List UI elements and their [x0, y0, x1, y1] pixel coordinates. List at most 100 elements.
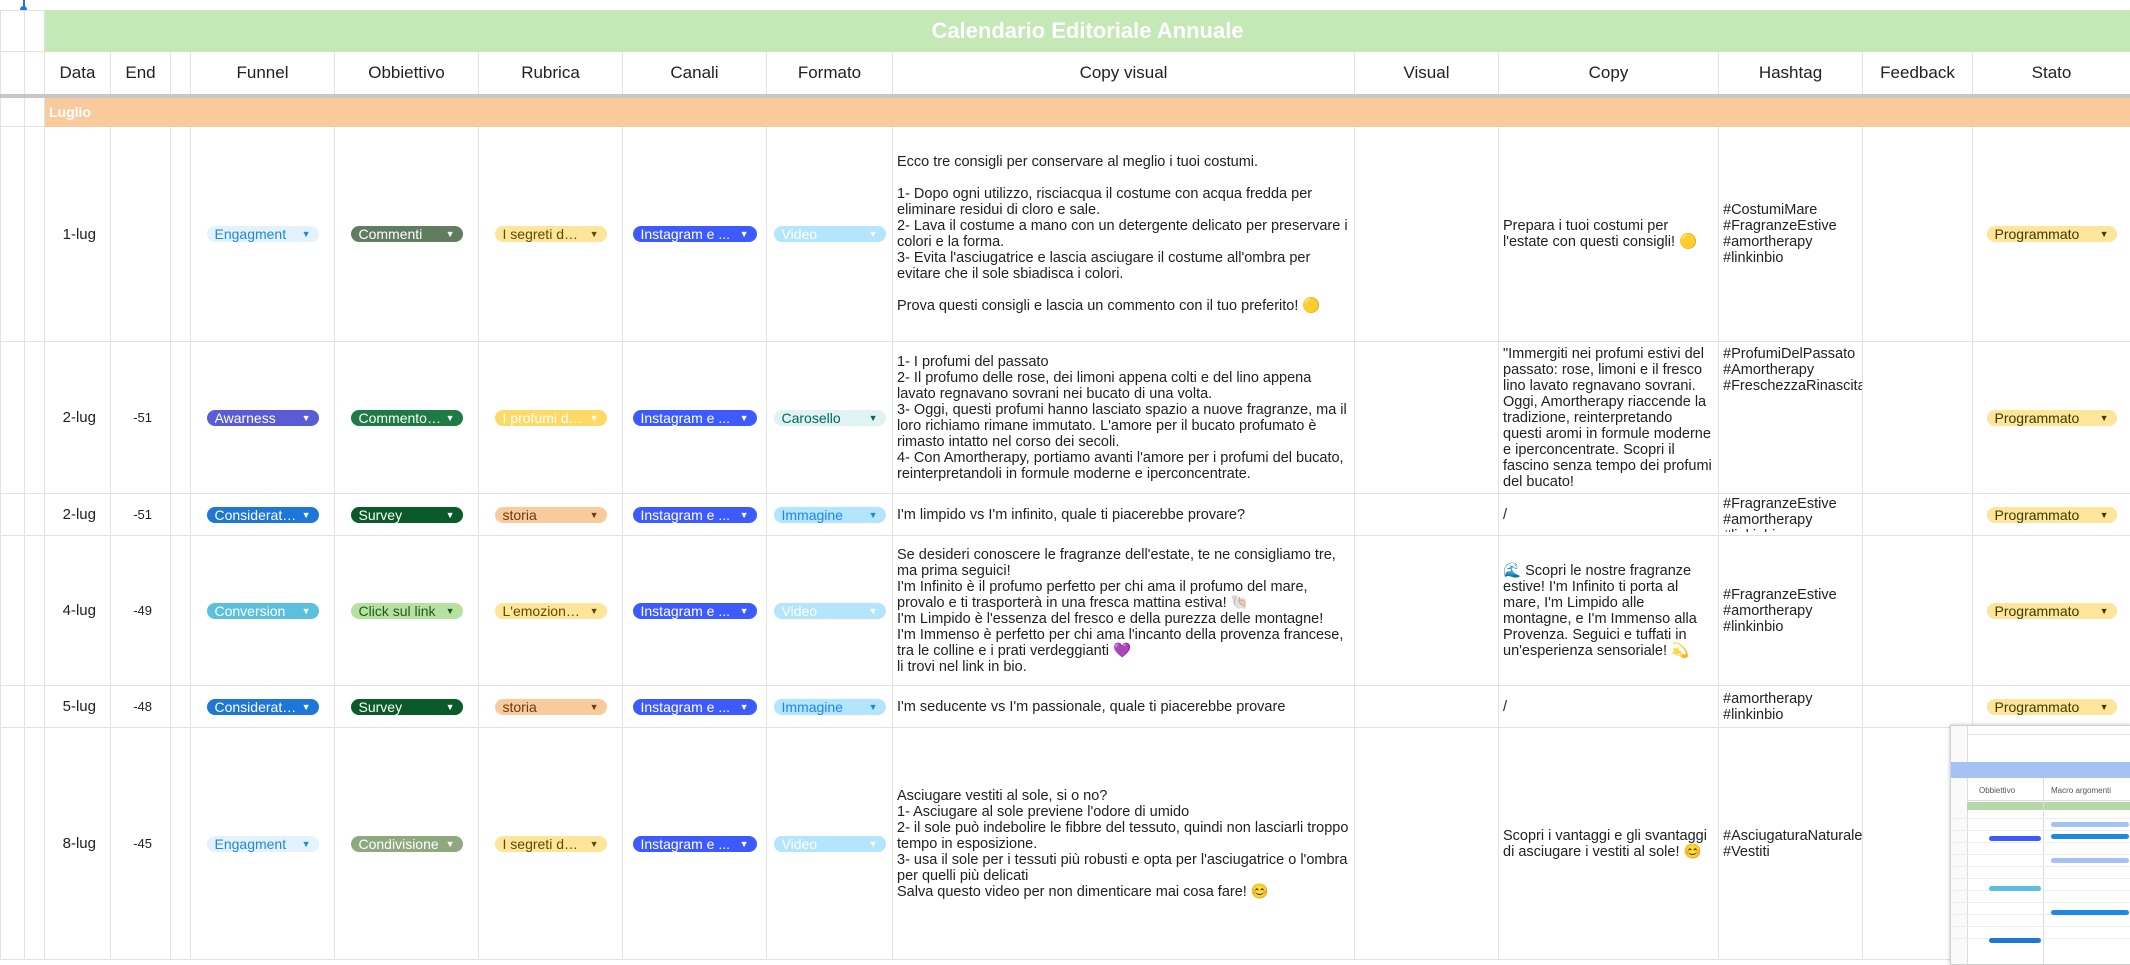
cell-copy-visual[interactable]: 1- I profumi del passato 2- Il profumo d…	[893, 342, 1355, 494]
cell-date[interactable]: 5-lug	[45, 686, 111, 728]
header-canali[interactable]: Canali	[623, 52, 767, 97]
cell-spacer[interactable]	[171, 686, 191, 728]
cell-visual[interactable]	[1355, 494, 1499, 536]
stato-dropdown-chip[interactable]: Programmato▼	[1987, 507, 2117, 523]
cell-date[interactable]: 2-lug	[45, 494, 111, 536]
cell-copy[interactable]: /	[1499, 686, 1719, 728]
cell-formato[interactable]: Carosello▼	[767, 342, 893, 494]
cell-end[interactable]: -51	[111, 494, 171, 536]
header-visual[interactable]: Visual	[1355, 52, 1499, 97]
cell-obiettivo[interactable]: Commenti▼	[335, 127, 479, 342]
cell-hashtag[interactable]: #AsciugaturaNaturale #Vestiti	[1719, 728, 1863, 960]
cell-stato[interactable]: Programmato▼	[1973, 686, 2130, 728]
rubrica-dropdown-chip[interactable]: I segreti del b...▼	[495, 836, 607, 852]
cell-formato[interactable]: Immagine▼	[767, 686, 893, 728]
canali-dropdown-chip[interactable]: Instagram e ...▼	[633, 507, 757, 523]
obiettivo-dropdown-chip[interactable]: Commenti▼	[351, 226, 463, 242]
funnel-dropdown-chip[interactable]: Conversion▼	[207, 603, 319, 619]
rubrica-dropdown-chip[interactable]: storia▼	[495, 699, 607, 715]
formato-dropdown-chip[interactable]: Carosello▼	[774, 410, 886, 426]
funnel-dropdown-chip[interactable]: Awarness▼	[207, 410, 319, 426]
cell-feedback[interactable]	[1863, 127, 1973, 342]
cell-rubrica[interactable]: storia▼	[479, 494, 623, 536]
sheet-title[interactable]: Calendario Editoriale Annuale	[45, 11, 2130, 52]
cell-feedback[interactable]	[1863, 342, 1973, 494]
cell-end[interactable]: -51	[111, 342, 171, 494]
cell-rubrica[interactable]: I profumi del ...▼	[479, 342, 623, 494]
cell-obiettivo[interactable]: Click sul link▼	[335, 536, 479, 686]
header-stato[interactable]: Stato	[1973, 52, 2130, 97]
cell-copy[interactable]: Scopri i vantaggi e gli svantaggi di asc…	[1499, 728, 1719, 960]
cell-spacer[interactable]	[171, 494, 191, 536]
cell-date[interactable]: 2-lug	[45, 342, 111, 494]
header-formato[interactable]: Formato	[767, 52, 893, 97]
cell-formato[interactable]: Immagine▼	[767, 494, 893, 536]
cell-spacer[interactable]	[171, 728, 191, 960]
canali-dropdown-chip[interactable]: Instagram e ...▼	[633, 226, 757, 242]
cell-visual[interactable]	[1355, 536, 1499, 686]
header-funnel[interactable]: Funnel	[191, 52, 335, 97]
cell-copy-visual[interactable]: Asciugare vestiti al sole, si o no? 1- A…	[893, 728, 1355, 960]
cell-copy[interactable]: Prepara i tuoi costumi per l'estate con …	[1499, 127, 1719, 342]
cell-hashtag[interactable]: #amortherapy #linkinbio	[1719, 686, 1863, 728]
cell-stato[interactable]: Programmato▼	[1973, 494, 2130, 536]
cell-copy-visual[interactable]: Se desideri conoscere le fragranze dell'…	[893, 536, 1355, 686]
cell-copy-visual[interactable]: I'm seducente vs I'm passionale, quale t…	[893, 686, 1355, 728]
cell-visual[interactable]	[1355, 728, 1499, 960]
stato-dropdown-chip[interactable]: Programmato▼	[1987, 699, 2117, 715]
cell-rubrica[interactable]: I segreti del b...▼	[479, 728, 623, 960]
cell-spacer[interactable]	[171, 536, 191, 686]
cell-obiettivo[interactable]: Survey▼	[335, 686, 479, 728]
cell-date[interactable]: 1-lug	[45, 127, 111, 342]
cell-obiettivo[interactable]: Survey▼	[335, 494, 479, 536]
cell-end[interactable]	[111, 127, 171, 342]
cell-visual[interactable]	[1355, 127, 1499, 342]
cell-copy[interactable]: "Immergiti nei profumi estivi del passat…	[1499, 342, 1719, 494]
obiettivo-dropdown-chip[interactable]: Click sul link▼	[351, 603, 463, 619]
cell-obiettivo[interactable]: Condivisione▼	[335, 728, 479, 960]
cell-hashtag[interactable]: #FragranzeEstive #amortherapy #linkinbio	[1719, 536, 1863, 686]
funnel-dropdown-chip[interactable]: Engagment▼	[207, 836, 319, 852]
canali-dropdown-chip[interactable]: Instagram e ...▼	[633, 699, 757, 715]
cell-funnel[interactable]: Engagment▼	[191, 728, 335, 960]
obiettivo-dropdown-chip[interactable]: Survey▼	[351, 507, 463, 523]
cell-rubrica[interactable]: storia▼	[479, 686, 623, 728]
cell-copy[interactable]: /	[1499, 494, 1719, 536]
rubrica-dropdown-chip[interactable]: storia▼	[495, 507, 607, 523]
cell-feedback[interactable]	[1863, 686, 1973, 728]
cell-canali[interactable]: Instagram e ...▼	[623, 686, 767, 728]
formato-dropdown-chip[interactable]: Video▼	[774, 836, 886, 852]
cell-funnel[interactable]: Awarness▼	[191, 342, 335, 494]
cell-canali[interactable]: Instagram e ...▼	[623, 127, 767, 342]
header-obiettivo[interactable]: Obbiettivo	[335, 52, 479, 97]
obiettivo-dropdown-chip[interactable]: Survey▼	[351, 699, 463, 715]
cell-canali[interactable]: Instagram e ...▼	[623, 494, 767, 536]
funnel-dropdown-chip[interactable]: Engagment▼	[207, 226, 319, 242]
mini-sheet-preview[interactable]: Obbiettivo Macro argomenti	[1950, 725, 2130, 965]
cell-copy[interactable]: 🌊 Scopri le nostre fragranze estive! I'm…	[1499, 536, 1719, 686]
cell-end[interactable]: -48	[111, 686, 171, 728]
header-rubrica[interactable]: Rubrica	[479, 52, 623, 97]
stato-dropdown-chip[interactable]: Programmato▼	[1987, 603, 2117, 619]
canali-dropdown-chip[interactable]: Instagram e ...▼	[633, 410, 757, 426]
cell-canali[interactable]: Instagram e ...▼	[623, 342, 767, 494]
cell-canali[interactable]: Instagram e ...▼	[623, 536, 767, 686]
cell-stato[interactable]: Programmato▼	[1973, 536, 2130, 686]
cell-formato[interactable]: Video▼	[767, 127, 893, 342]
cell-formato[interactable]: Video▼	[767, 536, 893, 686]
cell-end[interactable]: -49	[111, 536, 171, 686]
rubrica-dropdown-chip[interactable]: L'emozione d...▼	[495, 603, 607, 619]
cell-feedback[interactable]	[1863, 536, 1973, 686]
rubrica-dropdown-chip[interactable]: I profumi del ...▼	[495, 410, 607, 426]
cell-rubrica[interactable]: I segreti del b...▼	[479, 127, 623, 342]
cell-date[interactable]: 4-lug	[45, 536, 111, 686]
funnel-dropdown-chip[interactable]: Consideration▼	[207, 699, 319, 715]
cell-hashtag[interactable]: #ProfumiDelPassato #Amortherapy #Fresche…	[1719, 342, 1863, 494]
cell-date[interactable]: 8-lug	[45, 728, 111, 960]
cell-visual[interactable]	[1355, 342, 1499, 494]
cell-spacer[interactable]	[171, 342, 191, 494]
stato-dropdown-chip[interactable]: Programmato▼	[1987, 226, 2117, 242]
header-copy-visual[interactable]: Copy visual	[893, 52, 1355, 97]
header-spacer[interactable]	[171, 52, 191, 97]
cell-hashtag[interactable]: #FragranzeEstive #amortherapy #linkinbio	[1719, 494, 1863, 536]
